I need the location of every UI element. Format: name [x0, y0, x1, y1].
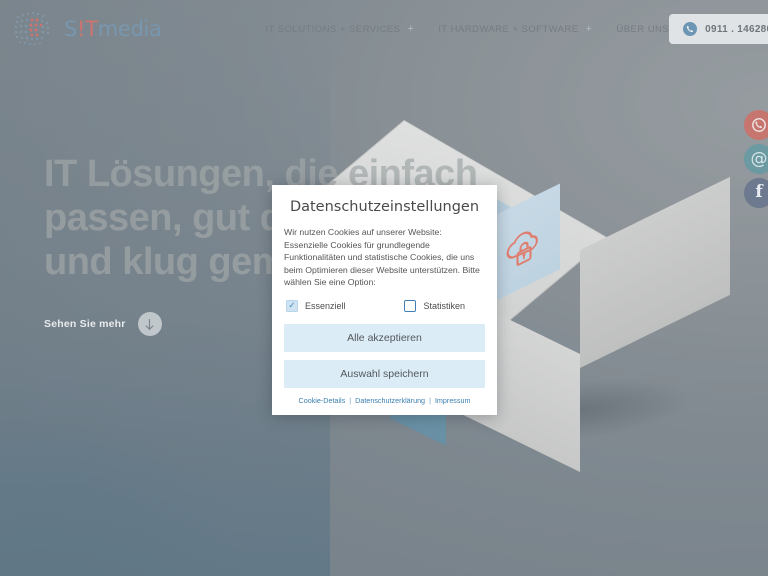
page-root: S!Tmedia IT SOLUTIONS + SERVICES + IT HA… — [0, 0, 768, 576]
dialog-title: Datenschutzeinstellungen — [289, 199, 480, 215]
accept-all-button[interactable]: Alle akzeptieren — [284, 323, 485, 352]
link-impressum[interactable]: Impressum — [435, 396, 471, 405]
check-icon: ✓ — [288, 300, 296, 311]
link-cookie-details[interactable]: Cookie-Details — [299, 396, 346, 405]
link-datenschutzerklaerung[interactable]: Datenschutzerklärung — [355, 396, 425, 405]
checkbox-label: Essenziell — [305, 300, 346, 311]
link-separator: | — [429, 395, 431, 405]
dialog-links: Cookie-Details | Datenschutzerklärung | … — [284, 396, 485, 405]
checkbox-box[interactable] — [404, 299, 417, 312]
dialog-body-text: Wir nutzen Cookies auf unserer Website: … — [284, 227, 480, 288]
checkbox-essenziell[interactable]: ✓ Essenziell — [286, 299, 346, 312]
checkbox-label: Statistiken — [423, 300, 465, 311]
link-separator: | — [349, 395, 352, 405]
checkbox-statistiken[interactable]: Statistiken — [404, 299, 465, 312]
checkbox-box[interactable]: ✓ — [286, 299, 298, 312]
consent-options: ✓ Essenziell Statistiken — [284, 299, 485, 312]
cookie-consent-dialog: Datenschutzeinstellungen Wir nutzen Cook… — [272, 185, 497, 415]
save-selection-button[interactable]: Auswahl speichern — [284, 359, 485, 388]
